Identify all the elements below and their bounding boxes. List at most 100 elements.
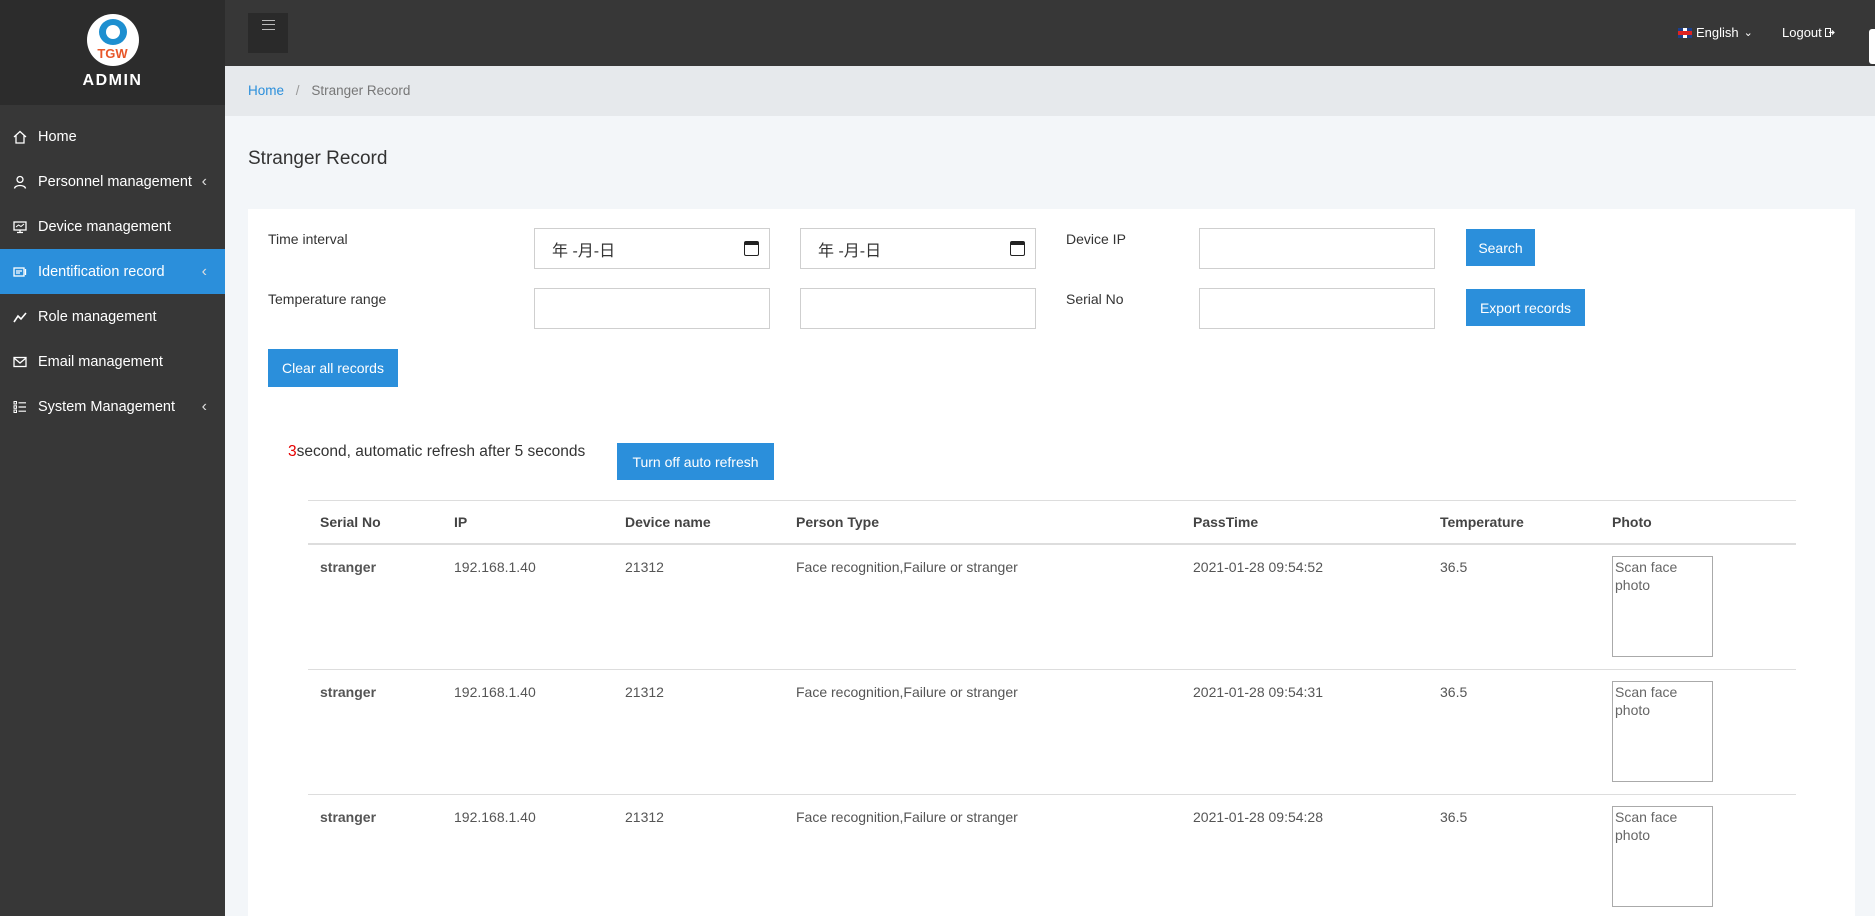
cell-photo: Scan face photo (1600, 806, 1796, 907)
sidebar-item-role[interactable]: Role management (0, 294, 225, 339)
calendar-icon[interactable] (1010, 241, 1025, 256)
logo-swirl-icon (98, 19, 127, 45)
sidebar-item-label: Email management (38, 353, 163, 370)
logout-label: Logout (1782, 25, 1822, 40)
cell-temperature: 36.5 (1440, 559, 1468, 575)
end-date-value: 年 -月-日 (818, 242, 882, 260)
sidebar-nav: Home Personnel management ‹ Device manag… (0, 114, 225, 429)
temperature-range-label: Temperature range (268, 291, 387, 307)
scan-icon (12, 264, 28, 280)
cell-person-type: Face recognition,Failure or stranger (796, 684, 1018, 700)
sidebar-item-label: Device management (38, 218, 171, 235)
page-title: Stranger Record (248, 148, 388, 169)
logo-text: TGW (97, 46, 128, 61)
sidebar-item-label: Home (38, 128, 77, 145)
chevron-left-icon: ‹ (201, 263, 207, 280)
sidebar-item-email[interactable]: Email management (0, 339, 225, 384)
brand: TGW ADMIN (0, 0, 225, 105)
table-header: Serial No IP Device name Person Type Pas… (308, 501, 1796, 545)
home-icon (12, 129, 28, 145)
breadcrumb-home-link[interactable]: Home (248, 83, 284, 98)
sidebar-item-home[interactable]: Home (0, 114, 225, 159)
list-icon (12, 399, 28, 415)
scan-face-photo[interactable]: Scan face photo (1612, 556, 1713, 657)
export-records-button[interactable]: Export records (1466, 289, 1585, 326)
cell-pass-time: 2021-01-28 09:54:31 (1193, 684, 1323, 700)
chevron-left-icon: ‹ (201, 173, 207, 190)
user-icon (12, 174, 28, 190)
sidebar-item-label: Identification record (38, 263, 165, 280)
cell-serial: stranger (320, 809, 377, 825)
cell-ip: 192.168.1.40 (454, 684, 536, 700)
sidebar: TGW ADMIN Home Personnel management ‹ De… (0, 0, 225, 916)
cell-pass-time: 2021-01-28 09:54:28 (1193, 809, 1323, 825)
serial-no-input[interactable] (1199, 288, 1435, 329)
menu-toggle-button[interactable] (248, 13, 288, 53)
sign-out-icon (1825, 25, 1836, 40)
cell-photo: Scan face photo (1600, 681, 1796, 782)
column-header: Temperature (1440, 514, 1524, 530)
table-row: stranger 192.168.1.40 21312 Face recogni… (308, 545, 1796, 670)
end-date-input[interactable]: 年 -月-日 (800, 228, 1036, 269)
table-row: stranger 192.168.1.40 21312 Face recogni… (308, 670, 1796, 795)
scan-face-photo[interactable]: Scan face photo (1612, 806, 1713, 907)
breadcrumb-current: Stranger Record (311, 83, 411, 98)
cell-person-type: Face recognition,Failure or stranger (796, 559, 1018, 575)
breadcrumb-separator: / (295, 83, 300, 98)
start-date-value: 年 -月-日 (552, 242, 616, 260)
cell-device: 21312 (625, 684, 664, 700)
cell-person-type: Face recognition,Failure or stranger (796, 809, 1018, 825)
serial-no-label: Serial No (1066, 291, 1124, 307)
chart-line-icon (12, 309, 28, 325)
device-ip-label: Device IP (1066, 231, 1126, 247)
calendar-icon[interactable] (744, 241, 759, 256)
uk-flag-icon (1678, 27, 1692, 38)
turn-off-auto-refresh-button[interactable]: Turn off auto refresh (617, 443, 774, 480)
brand-name: ADMIN (82, 72, 143, 89)
clear-all-records-button[interactable]: Clear all records (268, 349, 398, 387)
sidebar-item-system[interactable]: System Management ‹ (0, 384, 225, 429)
refresh-countdown: 3 (288, 443, 297, 460)
edge-tab (1869, 29, 1875, 64)
cell-serial: stranger (320, 684, 377, 700)
cell-device: 21312 (625, 809, 664, 825)
sidebar-item-label: System Management (38, 398, 176, 415)
top-bar: English ⌄ Logout (225, 0, 1875, 66)
table-row: stranger 192.168.1.40 21312 Face recogni… (308, 795, 1796, 916)
time-interval-label: Time interval (268, 231, 348, 247)
sidebar-item-device[interactable]: Device management (0, 204, 225, 249)
language-dropdown[interactable]: English ⌄ (1678, 25, 1753, 40)
records-table: Serial No IP Device name Person Type Pas… (308, 500, 1796, 916)
language-label: English (1696, 25, 1739, 40)
cell-temperature: 36.5 (1440, 809, 1468, 825)
cell-temperature: 36.5 (1440, 684, 1468, 700)
search-button[interactable]: Search (1466, 229, 1535, 266)
logout-link[interactable]: Logout (1782, 25, 1836, 40)
column-header: Person Type (796, 514, 879, 530)
cell-ip: 192.168.1.40 (454, 809, 536, 825)
cell-ip: 192.168.1.40 (454, 559, 536, 575)
column-header: Photo (1612, 514, 1652, 530)
record-card: Time interval 年 -月-日 年 -月-日 Device IP Se… (248, 209, 1855, 916)
chevron-down-icon: ⌄ (1743, 27, 1753, 39)
cell-device: 21312 (625, 559, 664, 575)
auto-refresh-row: 3 second, automatic refresh after 5 seco… (288, 443, 585, 461)
device-ip-input[interactable] (1199, 228, 1435, 269)
column-header: Serial No (320, 514, 381, 530)
column-header: Device name (625, 514, 711, 530)
temperature-max-input[interactable] (800, 288, 1036, 329)
logo[interactable]: TGW (86, 14, 139, 66)
refresh-text: second, automatic refresh after 5 second… (296, 443, 586, 460)
scan-face-photo[interactable]: Scan face photo (1612, 681, 1713, 782)
sidebar-item-identification[interactable]: Identification record ‹ (0, 249, 225, 294)
column-header: PassTime (1193, 514, 1259, 530)
hamburger-icon (261, 20, 275, 30)
monitor-icon (12, 219, 28, 235)
breadcrumb: Home / Stranger Record (225, 66, 1875, 116)
column-header: IP (454, 514, 468, 530)
sidebar-item-personnel[interactable]: Personnel management ‹ (0, 159, 225, 204)
cell-pass-time: 2021-01-28 09:54:52 (1193, 559, 1323, 575)
cell-serial: stranger (320, 559, 377, 575)
temperature-min-input[interactable] (534, 288, 770, 329)
start-date-input[interactable]: 年 -月-日 (534, 228, 770, 269)
